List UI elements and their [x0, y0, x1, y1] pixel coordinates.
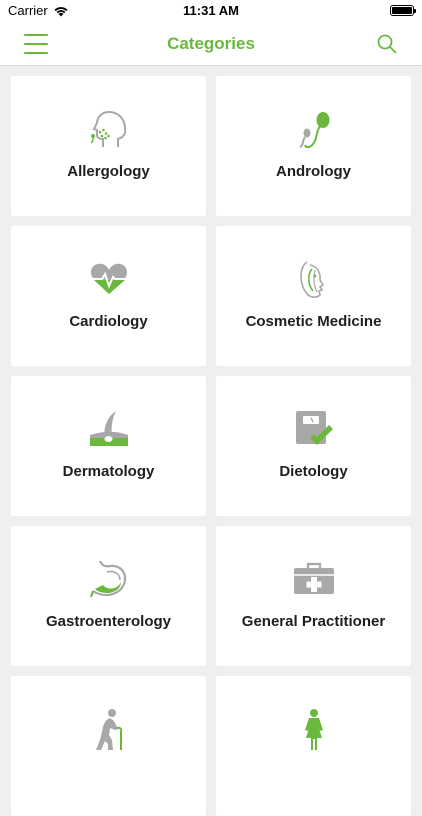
category-label: Cosmetic Medicine	[245, 313, 382, 330]
category-label: Andrology	[276, 163, 351, 180]
category-card-dietology[interactable]: Dietology	[216, 376, 411, 516]
category-label: Cardiology	[69, 313, 148, 330]
allergy-head-icon	[90, 110, 127, 147]
medical-kit-icon	[294, 562, 334, 594]
category-card-andrology[interactable]: Andrology	[216, 76, 411, 216]
page-title: Categories	[167, 34, 255, 53]
sperm-icon	[299, 112, 330, 149]
search-icon[interactable]	[376, 33, 398, 55]
heart-pulse-icon	[90, 263, 128, 294]
category-label: Dermatology	[62, 463, 155, 480]
category-label: Allergology	[67, 163, 150, 180]
scale-check-icon	[296, 411, 333, 445]
navigation-bar: Categories	[0, 22, 422, 66]
category-card-dermatology[interactable]: Dermatology	[11, 376, 206, 516]
category-card-cardiology[interactable]: Cardiology	[11, 226, 206, 366]
category-card-gynecology[interactable]	[216, 676, 411, 816]
face-profile-icon	[300, 261, 325, 298]
category-card-allergology[interactable]: Allergology	[11, 76, 206, 216]
category-label: General Practitioner	[241, 613, 386, 630]
category-card-gastroenterology[interactable]: Gastroenterology	[11, 526, 206, 666]
woman-figure-icon	[305, 709, 323, 750]
skin-hair-icon	[90, 411, 128, 446]
category-label: Dietology	[279, 463, 348, 480]
battery-icon	[390, 5, 416, 16]
category-card-cosmetic-medicine[interactable]: Cosmetic Medicine	[216, 226, 411, 366]
status-time: 11:31 AM	[183, 3, 239, 18]
category-card-general-practitioner[interactable]: General Practitioner	[216, 526, 411, 666]
status-bar: Carrier 11:31 AM	[0, 0, 422, 22]
category-label: Gastroenterology	[45, 613, 172, 630]
categories-grid: Allergology Andrology Cardiology Cosmeti…	[11, 76, 411, 816]
elderly-person-icon	[96, 709, 123, 750]
stomach-icon	[90, 560, 127, 598]
category-card-geriatrics[interactable]	[11, 676, 206, 816]
